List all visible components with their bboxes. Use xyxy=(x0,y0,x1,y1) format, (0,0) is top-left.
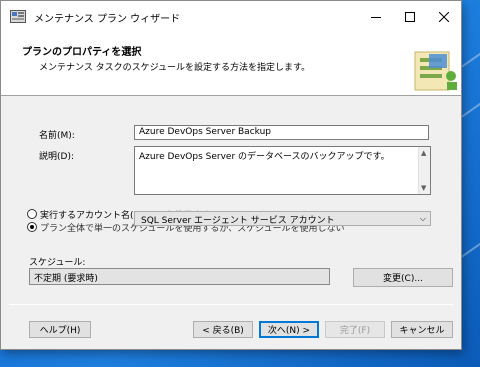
chevron-down-icon: ⌵ xyxy=(419,214,426,223)
maximize-button[interactable] xyxy=(393,1,427,32)
title-bar[interactable]: メンテナンス プラン ウィザード xyxy=(1,1,461,32)
maximize-icon xyxy=(405,11,415,22)
next-button[interactable]: 次へ(N) > xyxy=(259,321,319,338)
close-icon xyxy=(439,11,449,22)
schedule-display: 不定期 (要求時) xyxy=(29,268,330,285)
minimize-button[interactable] xyxy=(359,1,393,32)
finish-button[interactable]: 完了(F) xyxy=(325,321,385,338)
wizard-illustration-icon xyxy=(414,51,457,91)
run-as-dropdown[interactable]: SQL Server エージェント サービス アカウント ⌵ xyxy=(134,211,431,226)
page-subtitle: メンテナンス タスクのスケジュールを設定する方法を指定します。 xyxy=(39,63,311,73)
window-title: メンテナンス プラン ウィザード xyxy=(34,14,181,25)
minimize-icon xyxy=(371,16,381,18)
help-button[interactable]: ヘルプ(H) xyxy=(29,321,91,338)
close-button[interactable] xyxy=(427,1,461,32)
description-text: Azure DevOps Server のデータベースのバックアップです。 xyxy=(139,152,390,162)
name-input[interactable]: Azure DevOps Server Backup xyxy=(134,125,429,140)
scroll-down-icon[interactable]: ▼ xyxy=(421,184,426,192)
back-button[interactable]: < 戻る(B) xyxy=(193,321,253,338)
radio-separate-schedules[interactable] xyxy=(27,209,37,219)
scroll-up-icon[interactable]: ▲ xyxy=(421,149,426,157)
name-label: 名前(M): xyxy=(39,131,75,141)
page-title: プランのプロパティを選択 xyxy=(22,47,142,58)
run-as-value: SQL Server エージェント サービス アカウント xyxy=(141,216,335,226)
description-textarea[interactable]: Azure DevOps Server のデータベースのバックアップです。 ▲ … xyxy=(134,146,431,195)
wizard-window: メンテナンス プラン ウィザード プランのプロパティを選択 メンテナンス タスク… xyxy=(0,0,462,350)
change-schedule-button[interactable]: 変更(C)... xyxy=(353,268,453,287)
footer-divider xyxy=(9,304,453,305)
wizard-header: プランのプロパティを選択 メンテナンス タスクのスケジュールを設定する方法を指定… xyxy=(1,32,461,96)
cancel-button[interactable]: キャンセル xyxy=(391,321,453,338)
schedule-label: スケジュール: xyxy=(29,258,86,268)
run-as-label: 実行するアカウント名(R): xyxy=(40,208,150,221)
description-scrollbar[interactable]: ▲ ▼ xyxy=(418,147,430,194)
wizard-app-icon xyxy=(10,10,26,23)
description-label: 説明(D): xyxy=(39,152,74,162)
radio-single-schedule[interactable] xyxy=(27,222,37,232)
